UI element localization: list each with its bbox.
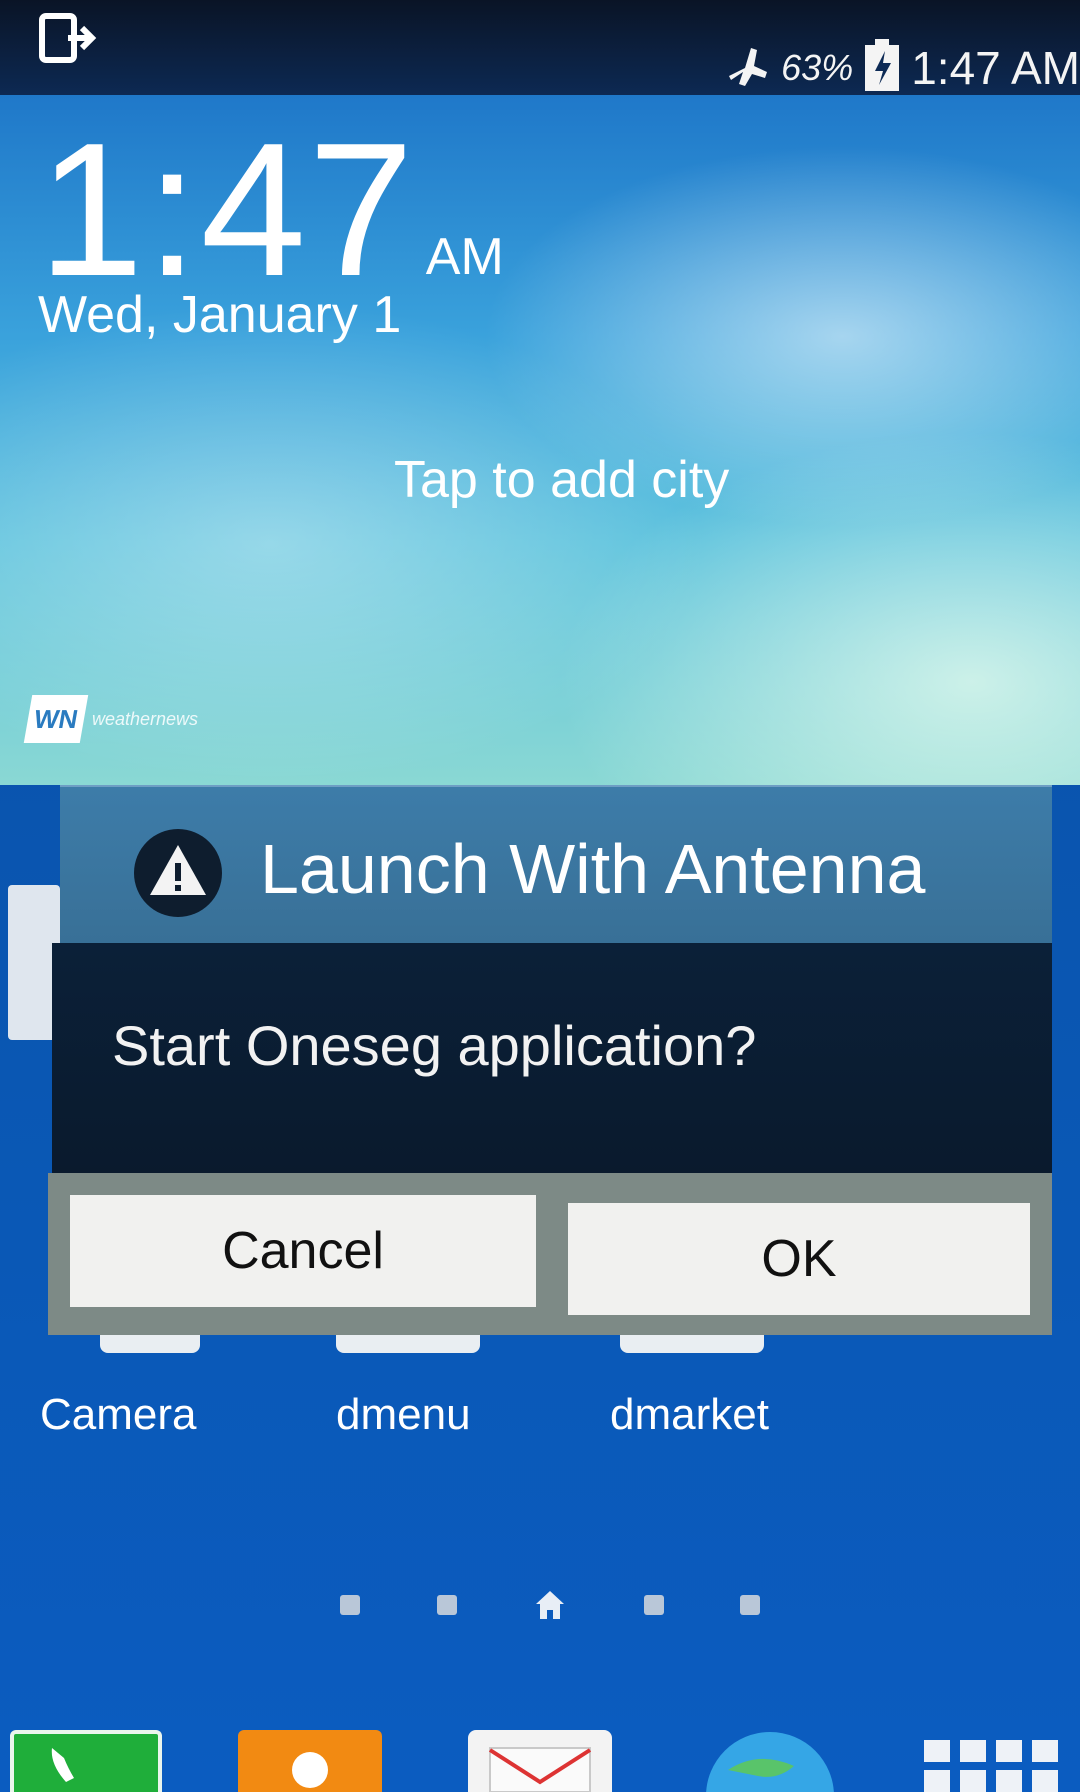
internet-icon[interactable]: [698, 1730, 842, 1792]
status-bar: 63% 1:47 AM: [0, 0, 1080, 100]
app-label-dmarket[interactable]: dmarket: [610, 1390, 769, 1440]
clock-time: 1:47: [38, 104, 416, 316]
dialog-body: Start Oneseg application?: [52, 943, 1052, 1175]
date-label: Wed, January 1: [38, 286, 402, 344]
battery-percentage: 63%: [781, 47, 854, 88]
page-dot[interactable]: [643, 1595, 664, 1615]
launch-with-antenna-dialog: Launch With Antenna Start Oneseg applica…: [48, 785, 1052, 1340]
phone-icon[interactable]: [10, 1730, 162, 1792]
dialog-title-bar: Launch With Antenna: [60, 785, 1052, 957]
weathernews-logo: WN weathernews: [23, 695, 199, 743]
warning-icon: [132, 827, 224, 919]
app-label-dmenu[interactable]: dmenu: [336, 1390, 471, 1440]
email-icon[interactable]: [468, 1730, 612, 1792]
add-city-link[interactable]: Tap to add city: [394, 450, 729, 510]
page-dot[interactable]: [340, 1595, 360, 1615]
app-label-camera[interactable]: Camera: [40, 1390, 197, 1440]
dialog-title: Launch With Antenna: [260, 830, 926, 908]
screen-mirroring-icon: [38, 12, 98, 70]
home-page-icon[interactable]: [533, 1588, 567, 1622]
weathernews-text: weathernews: [92, 708, 199, 729]
weathernews-badge: WN: [23, 695, 89, 743]
battery-charging-icon: [863, 39, 901, 97]
dialog-message: Start Oneseg application?: [112, 1014, 757, 1077]
weather-clock-widget[interactable]: 1:47 AM Wed, January 1 Tap to add city W…: [0, 95, 1080, 785]
status-clock: 1:47 AM: [911, 42, 1080, 94]
page-dot[interactable]: [436, 1595, 457, 1615]
clock-ampm: AM: [425, 228, 504, 286]
cancel-button[interactable]: Cancel: [70, 1195, 536, 1307]
contacts-icon[interactable]: [238, 1730, 382, 1792]
airplane-mode-icon: [723, 42, 771, 94]
home-screen: 63% 1:47 AM 1:47 AM Wed, January 1 Tap t…: [0, 0, 1080, 1792]
apps-grid-icon[interactable]: [920, 1730, 1060, 1792]
clock: 1:47 AM: [38, 104, 504, 316]
dock: [0, 1730, 1080, 1792]
page-dot[interactable]: [740, 1595, 760, 1615]
ok-button[interactable]: OK: [568, 1203, 1030, 1315]
dialog-actions: Cancel OK: [48, 1173, 1052, 1335]
page-indicator: [340, 1580, 760, 1630]
status-icons: 63% 1:47 AM: [723, 38, 1080, 98]
